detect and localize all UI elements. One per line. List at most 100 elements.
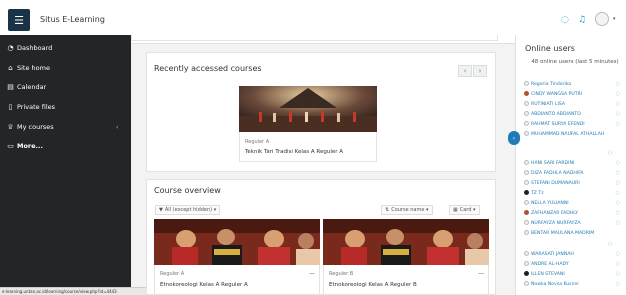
sidebar-item-more[interactable]: ▭ More...: [6, 142, 43, 150]
nav-drawer: [0, 35, 131, 295]
list-item[interactable]: RAHMAT SURYA EFENDI ◌: [524, 121, 624, 128]
recent-courses-title: Recently accessed courses: [154, 64, 262, 73]
user-pic: [524, 121, 529, 126]
course-image[interactable]: [154, 219, 320, 265]
user-pic: [524, 271, 529, 276]
message-icon[interactable]: ◌: [608, 150, 612, 156]
user-name: WARASATI JANNAH: [531, 252, 574, 257]
message-icon[interactable]: ◌: [616, 180, 620, 186]
next-arrow-icon[interactable]: ›: [473, 65, 487, 77]
message-icon[interactable]: ◌: [616, 160, 620, 166]
user-name: ZAFHANZAR FADHLY: [531, 211, 579, 216]
user-pic: [524, 131, 529, 136]
user-pic: [524, 251, 529, 256]
message-icon[interactable]: ◌: [616, 111, 620, 117]
course-name-link[interactable]: Etnokoreologi Kelas A Reguler A: [160, 282, 248, 288]
list-item[interactable]: DIZA FADHLA NADHIFA ◌: [524, 170, 624, 177]
list-item[interactable]: Nowka Novsa Kusnni ◌: [524, 281, 624, 288]
list-item[interactable]: WARASATI JANNAH ◌: [524, 251, 624, 258]
message-icon[interactable]: ◌: [616, 271, 620, 277]
list-item[interactable]: BENTAR MAULANA MADRIM: [524, 230, 624, 237]
course-overview-title: Course overview: [154, 186, 221, 195]
file-icon: ▯: [8, 103, 13, 111]
online-users-title: Online users: [525, 44, 575, 53]
sort-dropdown[interactable]: ⇅ Course name ▾: [381, 205, 433, 215]
list-item[interactable]: ABDIANTO ABDIANTO ◌: [524, 111, 624, 118]
user-avatar[interactable]: [595, 12, 609, 26]
graduation-cap-icon: ♕: [7, 123, 14, 131]
course-image[interactable]: [239, 86, 377, 132]
menu-icon[interactable]: ☰: [8, 9, 30, 31]
grid-icon: ▦: [453, 207, 458, 213]
list-item[interactable]: TZ Tz ◌: [524, 190, 624, 197]
sort-label: Course name ▾: [391, 207, 429, 213]
sidebar-item-dashboard[interactable]: ◔ Dashboard: [6, 44, 52, 52]
filter-icon: ▼: [159, 207, 163, 213]
list-item[interactable]: ANDRE AL-HADY ◌: [524, 261, 624, 268]
course-menu-icon[interactable]: —: [309, 270, 315, 277]
dance-image: [323, 219, 489, 265]
user-pic: [524, 81, 529, 86]
message-icon[interactable]: ◌: [616, 210, 620, 216]
chevron-left-icon[interactable]: ‹: [116, 124, 118, 131]
message-icon[interactable]: ◌: [616, 220, 620, 226]
course-category: Reguler A: [245, 139, 270, 145]
course-category: Reguler A: [160, 271, 185, 277]
user-name: RUTINIATI LISA: [531, 102, 565, 107]
filter-dropdown[interactable]: ▼ All (except hidden) ▾: [155, 205, 221, 215]
list-item[interactable]: CINDY WANGSA PUTRI ◌: [524, 91, 624, 98]
user-name: ILLEN STEVANI: [531, 272, 565, 277]
list-item[interactable]: ZAFHANZAR FADHLY ◌: [524, 210, 624, 217]
message-icon[interactable]: ◌: [616, 170, 620, 176]
prev-arrow-icon[interactable]: ‹: [458, 65, 472, 77]
view-dropdown[interactable]: ▦ Card ▾: [449, 205, 480, 215]
dashboard-icon: ◔: [7, 44, 14, 52]
course-image[interactable]: [323, 219, 489, 265]
previous-card-edge: [131, 35, 498, 41]
list-item[interactable]: RUTINIATI LISA ◌: [524, 101, 624, 108]
user-name: BENTAR MAULANA MADRIM: [531, 231, 595, 236]
message-icon[interactable]: ◌: [616, 281, 620, 287]
drawer-toggle-icon[interactable]: ›: [508, 131, 520, 145]
message-icon[interactable]: ◌: [616, 261, 620, 267]
user-pic: [524, 91, 529, 96]
message-icon[interactable]: ◌: [616, 251, 620, 257]
user-pic: [524, 190, 529, 195]
user-menu-caret-icon[interactable]: ▾: [613, 16, 616, 22]
list-item[interactable]: HANI SARI FARDINI ◌: [524, 160, 624, 167]
sidebar-item-calendar[interactable]: ▤ Calendar: [6, 83, 46, 91]
list-item[interactable]: STEFANI DUMANAURI ◌: [524, 180, 624, 187]
user-name: MUHAMMAD NAUFAL ATHALLAH: [531, 132, 605, 137]
list-item[interactable]: Regoria Tindorika ◌: [524, 81, 624, 88]
chat-icon[interactable]: ◌: [561, 15, 569, 25]
message-icon[interactable]: ◌: [616, 91, 620, 97]
list-item[interactable]: ILLEN STEVANI ◌: [524, 271, 624, 278]
user-pic: [524, 200, 529, 205]
user-pic: [524, 101, 529, 106]
bell-icon[interactable]: ♫: [578, 15, 586, 25]
sidebar-item-private-files[interactable]: ▯ Private files: [6, 103, 55, 111]
message-icon[interactable]: ◌: [616, 200, 620, 206]
user-name: ANDRE AL-HADY: [531, 262, 569, 267]
user-pic: [524, 261, 529, 266]
message-icon[interactable]: ◌: [608, 241, 612, 247]
course-name-link[interactable]: Teknik Tari Tradisi Kelas A Reguler A: [245, 149, 343, 155]
sidebar-item-my-courses[interactable]: ♕ My courses: [6, 123, 53, 131]
sidebar-item-site-home[interactable]: ⌂ Site home: [6, 64, 50, 72]
list-item[interactable]: MUHAMMAD NAUFAL ATHALLAH: [524, 131, 608, 138]
sort-icon: ⇅: [385, 207, 390, 213]
list-item[interactable]: NELLA YULIANNI ◌: [524, 200, 624, 207]
message-icon[interactable]: ◌: [616, 101, 620, 107]
user-pic: [524, 170, 529, 175]
message-icon[interactable]: ◌: [616, 121, 620, 127]
message-icon[interactable]: ◌: [616, 81, 620, 87]
list-item[interactable]: NURFAYZA NURFAYZA ◌: [524, 220, 624, 227]
message-icon[interactable]: ◌: [616, 190, 620, 196]
stage-image: [239, 86, 377, 132]
course-menu-icon[interactable]: —: [478, 270, 484, 277]
user-name: TZ Tz: [531, 191, 544, 196]
site-brand[interactable]: Situs E-Learning: [40, 15, 105, 24]
user-pic: [524, 220, 529, 225]
course-name-link[interactable]: Etnokoreologi Kelas A Reguler B: [329, 282, 417, 288]
user-name: CINDY WANGSA PUTRI: [531, 92, 583, 97]
